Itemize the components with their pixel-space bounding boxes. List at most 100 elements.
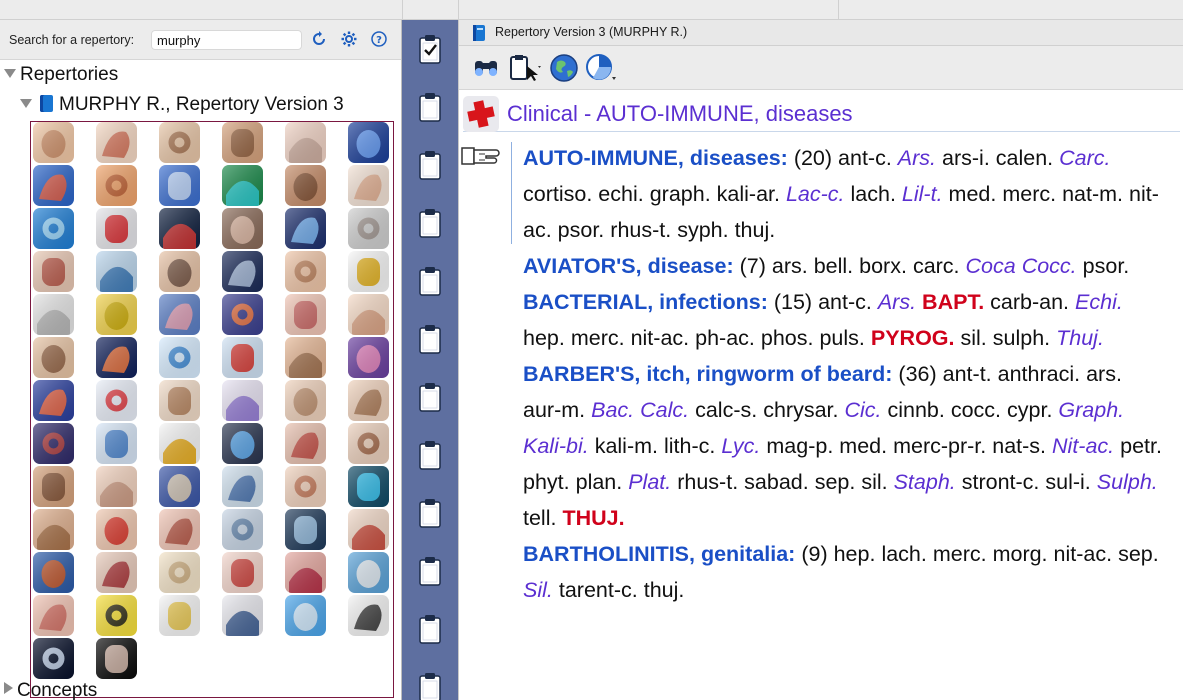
sleep-night-icon[interactable] bbox=[222, 251, 263, 292]
remedy-abbreviation[interactable]: nat-s. bbox=[992, 434, 1046, 458]
remedy-abbreviation[interactable]: merc. bbox=[571, 326, 625, 350]
syringe-small-icon[interactable] bbox=[159, 595, 200, 636]
rubric-entry[interactable]: BARTHOLINITIS, genitalia: (9) hep. lach.… bbox=[523, 536, 1163, 608]
remedy-abbreviation[interactable]: morg. bbox=[993, 542, 1048, 566]
syringe-icon[interactable] bbox=[222, 595, 263, 636]
snowflake-icon[interactable] bbox=[33, 208, 74, 249]
remedy-abbreviation[interactable]: sep. bbox=[815, 470, 856, 494]
legs-icon[interactable] bbox=[285, 380, 326, 421]
head-brain-icon[interactable] bbox=[96, 337, 137, 378]
remedy-abbreviation[interactable]: puls. bbox=[819, 326, 864, 350]
remedy-abbreviation[interactable]: lach. bbox=[851, 182, 896, 206]
smoking-icon[interactable] bbox=[159, 552, 200, 593]
remedy-abbreviation[interactable]: phyt. bbox=[523, 470, 570, 494]
remedy-abbreviation[interactable]: PYROG. bbox=[871, 326, 955, 350]
hand-dark-icon[interactable] bbox=[96, 638, 137, 679]
remedy-abbreviation[interactable]: petr. bbox=[1120, 434, 1162, 458]
remedy-abbreviation[interactable]: ant-c. bbox=[838, 146, 892, 170]
nose-icon[interactable] bbox=[96, 466, 137, 507]
buttocks-icon[interactable] bbox=[33, 509, 74, 550]
remedy-abbreviation[interactable]: med. bbox=[839, 434, 887, 458]
medical-cross-blue-icon[interactable] bbox=[285, 208, 326, 249]
remedy-abbreviation[interactable]: Lil-t. bbox=[902, 182, 943, 206]
remedy-abbreviation[interactable]: Bac. bbox=[591, 398, 634, 422]
remedy-abbreviation[interactable]: merc. bbox=[933, 542, 987, 566]
remedy-abbreviation[interactable]: sul-i. bbox=[1045, 470, 1090, 494]
help-icon[interactable]: ? bbox=[370, 30, 388, 48]
tongue-throat-icon[interactable] bbox=[285, 552, 326, 593]
eye-icon[interactable] bbox=[96, 251, 137, 292]
liver-icon[interactable] bbox=[33, 423, 74, 464]
intestine-icon[interactable] bbox=[348, 337, 389, 378]
remedy-abbreviation[interactable]: ars-i. bbox=[942, 146, 990, 170]
rubric-entry[interactable]: BACTERIAL, infections: (15) ant-c. Ars. … bbox=[523, 284, 1163, 356]
leg-icon[interactable] bbox=[159, 380, 200, 421]
remedy-abbreviation[interactable]: nit-ac. bbox=[631, 326, 690, 350]
ear-inner-icon[interactable] bbox=[159, 337, 200, 378]
clipboard-icon[interactable] bbox=[419, 556, 441, 586]
tongue-icon[interactable] bbox=[33, 595, 74, 636]
kidneys-back-icon[interactable] bbox=[33, 380, 74, 421]
stomach-red-icon[interactable] bbox=[33, 552, 74, 593]
expand-triangle-icon[interactable] bbox=[20, 99, 32, 108]
clock-icon[interactable] bbox=[348, 552, 389, 593]
remedy-abbreviation[interactable]: cortiso. bbox=[523, 182, 592, 206]
remedy-abbreviation[interactable]: thuj. bbox=[735, 218, 776, 242]
body-red-anatomy-icon[interactable] bbox=[159, 208, 200, 249]
remedy-abbreviation[interactable]: Staph. bbox=[894, 470, 956, 494]
remedy-abbreviation[interactable]: Sulph. bbox=[1097, 470, 1158, 494]
remedy-abbreviation[interactable]: cinnb. bbox=[887, 398, 944, 422]
brain-red-icon[interactable] bbox=[33, 165, 74, 206]
clipboard-icon[interactable] bbox=[419, 382, 441, 412]
clipboard-icon[interactable] bbox=[419, 208, 441, 238]
remedy-abbreviation[interactable]: plan. bbox=[576, 470, 623, 494]
remedy-abbreviation[interactable]: Plat. bbox=[628, 470, 671, 494]
foot-icon[interactable] bbox=[285, 251, 326, 292]
remedy-abbreviation[interactable]: mag-p. bbox=[766, 434, 833, 458]
remedy-abbreviation[interactable]: aur-m. bbox=[523, 398, 585, 422]
remedy-abbreviation[interactable]: Sil. bbox=[523, 578, 553, 602]
remedy-abbreviation[interactable]: stront-c. bbox=[962, 470, 1040, 494]
remedy-abbreviation[interactable]: kali-ar. bbox=[717, 182, 780, 206]
remedy-abbreviation[interactable]: nit-ac. bbox=[1054, 542, 1113, 566]
remedy-abbreviation[interactable]: cocc. bbox=[951, 398, 1001, 422]
remedy-abbreviation[interactable]: Lac-c. bbox=[786, 182, 845, 206]
torso-icon[interactable] bbox=[285, 165, 326, 206]
gear-icon[interactable] bbox=[340, 30, 358, 48]
hand-pain-icon[interactable] bbox=[96, 122, 137, 163]
ecg-icon[interactable] bbox=[348, 466, 389, 507]
remedy-abbreviation[interactable]: Lyc. bbox=[721, 434, 760, 458]
clipboard-icon[interactable] bbox=[419, 440, 441, 470]
remedy-abbreviation[interactable]: ant-c. bbox=[818, 290, 872, 314]
clipboard-icon[interactable] bbox=[419, 92, 441, 122]
male-symbol-icon[interactable] bbox=[159, 423, 200, 464]
limbs-icon[interactable] bbox=[348, 380, 389, 421]
uterus-icon[interactable] bbox=[222, 380, 263, 421]
kidneys-icon[interactable] bbox=[96, 380, 137, 421]
pie-chart-icon[interactable] bbox=[585, 53, 621, 83]
remedy-abbreviation[interactable]: sil. bbox=[961, 326, 987, 350]
skin-icon[interactable] bbox=[285, 337, 326, 378]
remedy-abbreviation[interactable]: bell. bbox=[814, 254, 853, 278]
throat-organ-icon[interactable] bbox=[96, 552, 137, 593]
head-sound-icon[interactable] bbox=[285, 509, 326, 550]
remedy-abbreviation[interactable]: BAPT. bbox=[922, 290, 984, 314]
tree-node-concepts[interactable]: Concepts bbox=[4, 680, 97, 700]
remedy-abbreviation[interactable]: ant-t. bbox=[943, 362, 992, 386]
person-bending-icon[interactable] bbox=[285, 466, 326, 507]
rubric-entry[interactable]: AVIATOR'S, disease: (7) ars. bell. borx.… bbox=[523, 248, 1163, 284]
remedy-abbreviation[interactable]: hep. bbox=[523, 326, 565, 350]
remedy-abbreviation[interactable]: Carc. bbox=[1059, 146, 1110, 170]
teeth-icon[interactable] bbox=[222, 552, 263, 593]
clipboard-select-icon[interactable] bbox=[509, 53, 543, 83]
pelvis-icon[interactable] bbox=[159, 466, 200, 507]
globe-icon[interactable] bbox=[549, 53, 579, 83]
remedy-abbreviation[interactable]: kali-m. bbox=[595, 434, 658, 458]
remedy-abbreviation[interactable]: Cic. bbox=[844, 398, 881, 422]
rubric-label[interactable]: AUTO-IMMUNE, diseases: bbox=[523, 146, 788, 170]
remedy-abbreviation[interactable]: cypr. bbox=[1007, 398, 1052, 422]
elbow-icon[interactable] bbox=[33, 251, 74, 292]
pills-yellow-icon[interactable] bbox=[96, 294, 137, 335]
skin-layers-icon[interactable] bbox=[159, 509, 200, 550]
remedy-abbreviation[interactable]: sil. bbox=[861, 470, 887, 494]
